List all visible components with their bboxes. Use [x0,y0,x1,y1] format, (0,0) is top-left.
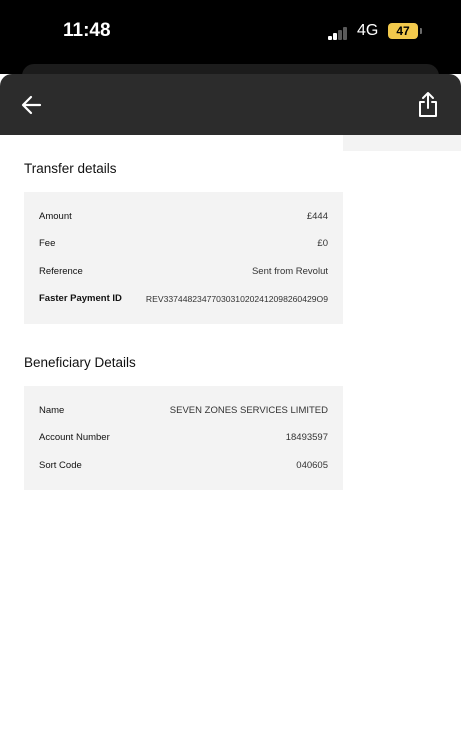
row-value: REV33744823477030310202412098260429O9 [145,294,328,304]
share-button[interactable] [414,90,442,120]
transfer-details-title: Transfer details [24,161,117,176]
row-value: £444 [306,211,328,222]
nav-bar [0,74,461,135]
detail-row-sort-code: Sort Code 040605 [39,458,328,474]
row-label: Fee [39,238,56,249]
beneficiary-details-title: Beneficiary Details [24,355,136,370]
row-value: 18493597 [285,432,328,443]
detail-row-account-number: Account Number 18493597 [39,430,328,446]
detail-row-reference: Reference Sent from Revolut [39,264,328,280]
back-button[interactable] [18,92,46,118]
beneficiary-details-card: Name SEVEN ZONES SERVICES LIMITED Accoun… [24,386,343,490]
row-value: £0 [317,238,328,249]
side-panel-strip [343,135,461,151]
row-label: Faster Payment ID [39,293,122,304]
row-label: Amount [39,211,72,222]
row-value: 040605 [296,460,328,471]
detail-row-name: Name SEVEN ZONES SERVICES LIMITED [39,403,328,419]
row-label: Account Number [39,432,110,443]
detail-row-payment-id: Faster Payment ID REV3374482347703031020… [39,291,328,307]
row-value: Sent from Revolut [251,266,328,277]
battery-tip [420,28,422,34]
detail-row-fee: Fee £0 [39,236,328,252]
row-label: Reference [39,266,83,277]
back-arrow-icon [21,95,42,115]
share-icon [419,92,437,117]
network-type: 4G [357,22,379,39]
status-time: 11:48 [63,20,111,41]
detail-row-amount: Amount £444 [39,209,328,225]
row-label: Name [39,405,65,416]
transfer-details-card: Amount £444 Fee £0 Reference Sent from R… [24,192,343,324]
status-bar: 11:48 4G 47 [0,0,461,74]
row-label: Sort Code [39,460,82,471]
signal-strength-icon [328,27,350,40]
row-value: SEVEN ZONES SERVICES LIMITED [169,405,328,416]
battery-icon: 47 [388,23,418,39]
